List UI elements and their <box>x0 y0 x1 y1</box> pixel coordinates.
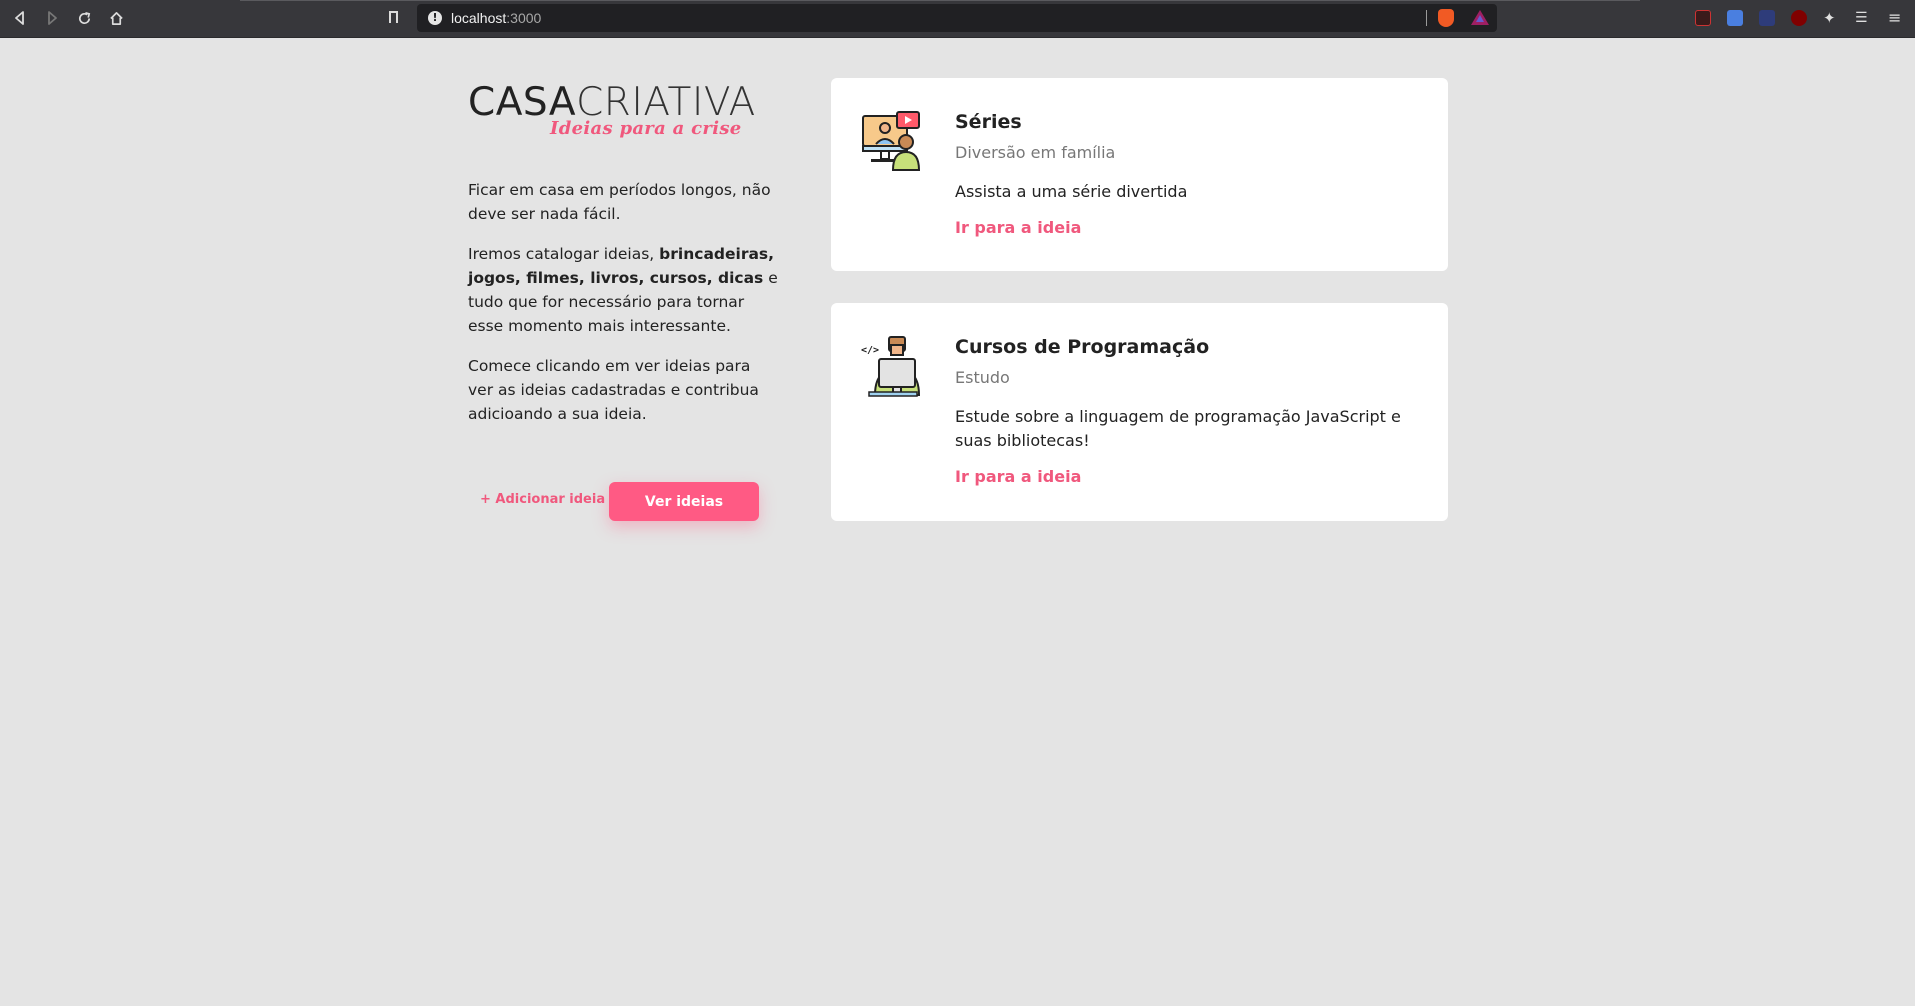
add-idea-button[interactable]: + Adicionar ideia <box>480 492 605 507</box>
idea-title: Séries <box>955 111 1022 133</box>
back-icon[interactable] <box>9 7 31 29</box>
brave-rewards-icon[interactable] <box>1471 10 1489 25</box>
browser-toolbar: ! localhost:3000 ✦ ☰ ≡ <box>0 0 1915 38</box>
privacy-extension-icon[interactable] <box>1759 10 1775 26</box>
logo-tagline: Ideias para a crise <box>550 118 742 139</box>
url-separator <box>1426 10 1427 26</box>
intro-paragraph: Ficar em casa em períodos longos, não de… <box>468 181 771 223</box>
tab-strip-line <box>240 0 1640 1</box>
translate-extension-icon[interactable] <box>1727 10 1743 26</box>
intro-paragraph: Comece clicando em ver ideias para ver a… <box>468 357 759 423</box>
idea-link[interactable]: Ir para a ideia <box>955 467 1081 486</box>
url-text[interactable]: localhost:3000 <box>451 10 541 26</box>
intro-text: Ficar em casa em períodos longos, não de… <box>468 178 778 442</box>
idea-card-body: Séries Diversão em família Assista a uma… <box>955 110 1425 237</box>
family-tv-icon <box>861 110 923 172</box>
idea-category: Diversão em família <box>955 143 1116 162</box>
reading-list-icon[interactable]: ☰ <box>1855 10 1871 26</box>
idea-description: Estude sobre a linguagem de programação … <box>955 407 1401 450</box>
idea-description: Assista a uma série divertida <box>955 182 1188 201</box>
intro-paragraph: Iremos catalogar ideias, brincadeiras, j… <box>468 245 778 335</box>
idea-category: Estudo <box>955 368 1010 387</box>
reload-icon[interactable] <box>73 7 95 29</box>
svg-text:</>: </> <box>861 345 879 356</box>
programmer-icon: </> <box>861 335 923 397</box>
idea-card: </> Cursos de Programação Estudo Estude … <box>831 303 1448 521</box>
idea-card: Séries Diversão em família Assista a uma… <box>831 78 1448 271</box>
browser-menu-icon[interactable]: ≡ <box>1888 10 1904 26</box>
forward-icon[interactable] <box>41 7 63 29</box>
view-ideas-button[interactable]: Ver ideias <box>609 482 759 521</box>
brave-shields-icon[interactable] <box>1438 9 1454 27</box>
idea-card-body: Cursos de Programação Estudo Estude sobr… <box>955 335 1425 486</box>
site-info-icon[interactable]: ! <box>428 11 442 25</box>
idea-link[interactable]: Ir para a ideia <box>955 218 1081 237</box>
idea-title: Cursos de Programação <box>955 336 1210 358</box>
address-bar[interactable]: ! localhost:3000 <box>417 4 1497 32</box>
bookmark-icon[interactable] <box>389 11 398 26</box>
home-icon[interactable] <box>105 7 127 29</box>
extensions-puzzle-icon[interactable]: ✦ <box>1823 10 1839 26</box>
pdf-extension-icon[interactable] <box>1695 10 1711 26</box>
page-content: CASACRIATIVA Ideias para a crise Ficar e… <box>0 38 1915 1006</box>
ublock-extension-icon[interactable] <box>1791 10 1807 26</box>
